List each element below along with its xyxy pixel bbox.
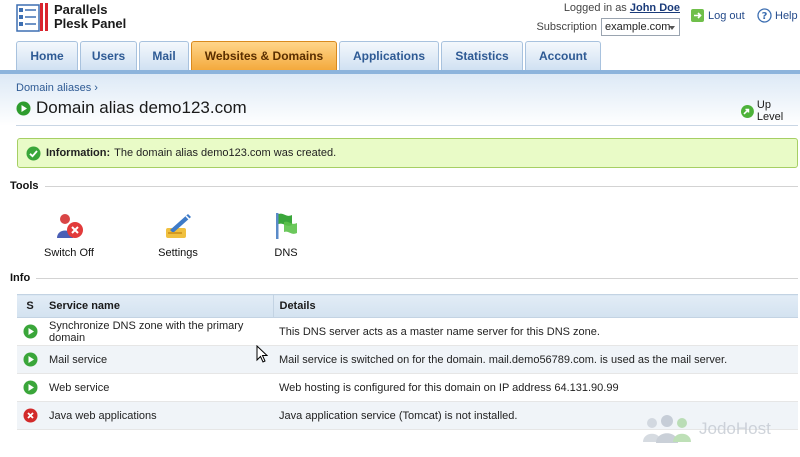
up-level-icon bbox=[740, 104, 754, 118]
tool-switch-off[interactable]: Switch Off bbox=[34, 210, 104, 259]
services-table: S Service name Details Synchronize DNS z… bbox=[17, 294, 798, 430]
success-check-icon bbox=[26, 146, 41, 160]
status-error-icon bbox=[23, 408, 37, 423]
subscription-label: Subscription bbox=[536, 21, 597, 33]
tab-mail[interactable]: Mail bbox=[139, 41, 189, 71]
info-message-text: The domain alias demo123.com was created… bbox=[114, 147, 337, 159]
tab-applications[interactable]: Applications bbox=[339, 41, 439, 71]
column-header-details[interactable]: Details bbox=[273, 294, 798, 318]
user-name-link[interactable]: John Doe bbox=[630, 2, 680, 14]
page-title: Domain alias demo123.com bbox=[16, 98, 247, 118]
info-message-label: Information: bbox=[46, 147, 111, 159]
tab-account[interactable]: Account bbox=[525, 41, 601, 71]
watermark-text: JodoHost bbox=[699, 419, 771, 438]
svg-text:?: ? bbox=[762, 11, 768, 22]
subscription-select[interactable]: example.com bbox=[601, 18, 680, 36]
service-name-cell: Java web applications bbox=[43, 401, 273, 430]
people-group-icon bbox=[643, 415, 691, 443]
help-icon: ? bbox=[757, 8, 772, 23]
details-cell: Web hosting is configured for this domai… bbox=[273, 373, 798, 402]
plesk-logo[interactable]: Parallels Plesk Panel bbox=[16, 2, 148, 32]
logout-link[interactable]: Log out bbox=[690, 8, 745, 23]
table-row: Synchronize DNS zone with the primary do… bbox=[17, 317, 798, 346]
help-link[interactable]: ? Help bbox=[757, 8, 798, 23]
tab-home[interactable]: Home bbox=[16, 41, 78, 71]
active-status-icon bbox=[16, 101, 31, 115]
brand-line-2: Plesk Panel bbox=[54, 16, 127, 31]
details-cell: This DNS server acts as a master name se… bbox=[273, 317, 798, 346]
status-cell bbox=[17, 401, 43, 430]
plesk-brand-text: Parallels Plesk Panel bbox=[54, 3, 126, 31]
breadcrumb: Domain aliases › bbox=[16, 82, 98, 94]
breadcrumb-item-domain-aliases[interactable]: Domain aliases bbox=[16, 82, 91, 94]
header: Parallels Plesk Panel Logged in as John … bbox=[0, 0, 800, 42]
help-label: Help bbox=[775, 9, 798, 22]
tab-users[interactable]: Users bbox=[80, 41, 137, 71]
tool-switch-off-label: Switch Off bbox=[44, 247, 94, 259]
chevron-down-icon bbox=[669, 26, 675, 30]
tab-websites-domains[interactable]: Websites & Domains bbox=[191, 41, 337, 71]
settings-icon bbox=[166, 214, 191, 238]
info-section-title: Info bbox=[10, 272, 31, 284]
details-cell: Mail service is switched on for the doma… bbox=[273, 345, 798, 374]
service-name-cell: Web service bbox=[43, 373, 273, 402]
info-section-header: Info bbox=[10, 272, 798, 284]
page-title-text: Domain alias demo123.com bbox=[36, 98, 247, 117]
table-row: Mail service Mail service is switched on… bbox=[17, 345, 798, 374]
switch-off-icon bbox=[57, 214, 83, 238]
subscription-row: Subscription example.com bbox=[530, 18, 680, 36]
service-name-cell: Synchronize DNS zone with the primary do… bbox=[43, 317, 273, 346]
services-table-header: S Service name Details bbox=[17, 294, 798, 318]
tool-dns[interactable]: DNS bbox=[251, 210, 321, 259]
status-ok-icon bbox=[23, 352, 37, 367]
breadcrumb-separator: › bbox=[94, 82, 98, 94]
logout-icon bbox=[691, 9, 704, 22]
up-level-label: Up Level bbox=[756, 99, 784, 123]
subscription-value: example.com bbox=[605, 21, 671, 33]
tool-settings[interactable]: Settings bbox=[143, 210, 213, 259]
dns-icon bbox=[276, 213, 297, 239]
title-separator bbox=[16, 125, 798, 126]
tool-dns-label: DNS bbox=[274, 247, 298, 259]
logged-in-info: Logged in as John Doe bbox=[530, 1, 680, 15]
user-box: Logged in as John Doe Subscription examp… bbox=[530, 1, 680, 36]
tools-section-divider bbox=[44, 185, 798, 187]
column-header-status[interactable]: S bbox=[17, 294, 43, 318]
logged-in-prefix: Logged in as bbox=[563, 2, 627, 14]
table-row: Web service Web hosting is configured fo… bbox=[17, 373, 798, 402]
status-ok-icon bbox=[23, 380, 37, 395]
tools-section-title: Tools bbox=[10, 180, 39, 192]
info-message: Information: The domain alias demo123.co… bbox=[17, 138, 798, 168]
tab-statistics[interactable]: Statistics bbox=[441, 41, 523, 71]
status-cell bbox=[17, 373, 43, 402]
watermark: JodoHost bbox=[640, 414, 771, 444]
plesk-logo-icon bbox=[16, 3, 48, 32]
up-level-link[interactable]: Up Level bbox=[740, 99, 800, 123]
brand-line-1: Parallels bbox=[54, 2, 108, 17]
status-cell bbox=[17, 345, 43, 374]
logout-label: Log out bbox=[708, 9, 745, 22]
main-tabs: Home Users Mail Websites & Domains Appli… bbox=[16, 41, 603, 71]
status-cell bbox=[17, 317, 43, 346]
service-name-cell: Mail service bbox=[43, 345, 273, 374]
tool-settings-label: Settings bbox=[158, 247, 198, 259]
mouse-cursor-icon bbox=[256, 345, 268, 363]
tools-section-header: Tools bbox=[10, 180, 798, 192]
column-header-service-name[interactable]: Service name bbox=[43, 294, 274, 318]
info-section-divider bbox=[36, 277, 798, 279]
status-ok-icon bbox=[23, 324, 37, 339]
